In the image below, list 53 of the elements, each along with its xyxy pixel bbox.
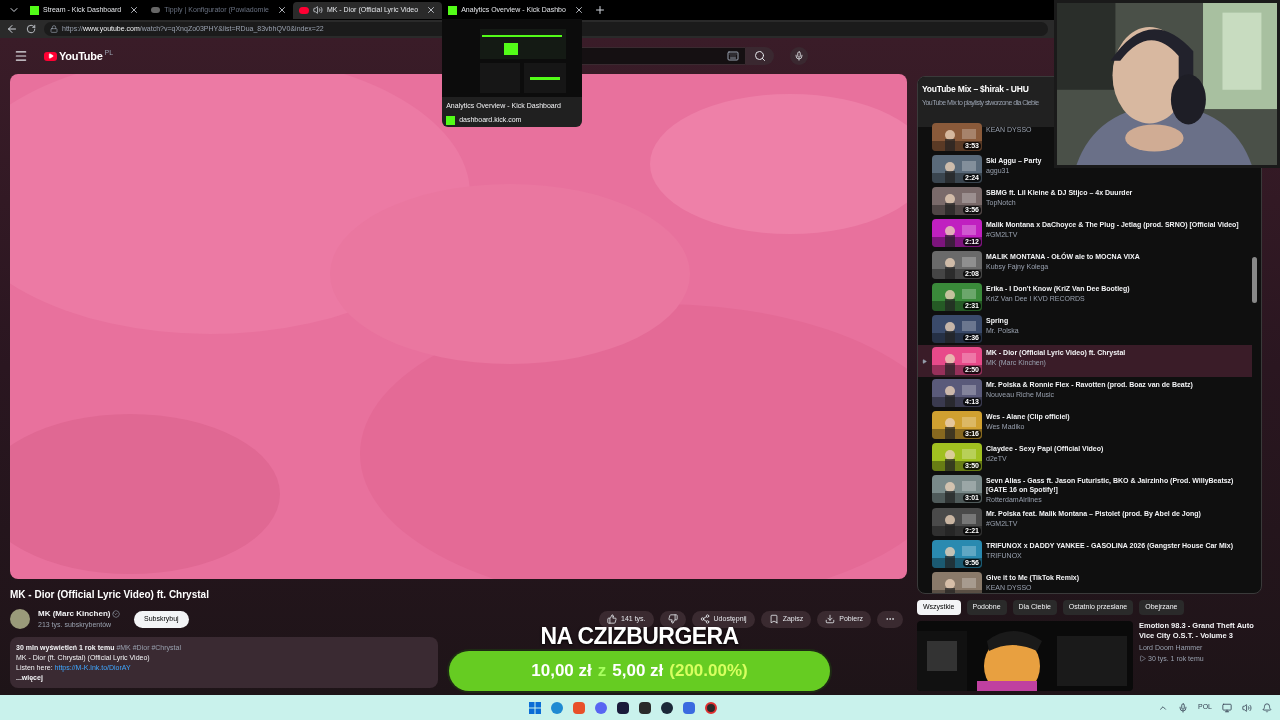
raised-amount: 10,00 zł [531, 660, 592, 683]
search-icon [754, 50, 767, 62]
youtube-logo-icon[interactable] [44, 51, 57, 61]
back-icon[interactable] [6, 23, 18, 35]
windows-logo-icon[interactable] [529, 701, 541, 714]
shield-app-icon[interactable] [573, 701, 585, 714]
now-playing-icon [922, 358, 927, 364]
playlist-title: YouTube Mix – $hirak - UHU [922, 83, 1030, 96]
share-icon [699, 614, 710, 625]
kick-logo-icon [446, 115, 456, 125]
dislike-button[interactable] [659, 610, 686, 628]
app-icon[interactable] [617, 701, 629, 714]
bookmark-icon [768, 614, 779, 625]
thumbs-down-icon [667, 614, 678, 625]
reload-icon[interactable] [26, 24, 36, 34]
menu-icon[interactable] [14, 49, 28, 63]
verified-icon [112, 610, 121, 618]
logo-text[interactable]: YouTube [59, 47, 103, 65]
close-icon[interactable] [426, 5, 437, 15]
lock-icon [50, 25, 58, 33]
channel-avatar[interactable] [10, 609, 30, 630]
views-icon [1139, 655, 1146, 663]
goal-title: NA CZIZBURGERA [540, 625, 739, 648]
video-title: MK - Dior (Official Lyric Video) ft. Chrystal [10, 588, 210, 602]
volume-icon[interactable] [1242, 702, 1252, 713]
app-icon[interactable] [639, 701, 651, 714]
microphone-icon[interactable] [1178, 702, 1188, 713]
kick-logo-icon [448, 5, 458, 15]
network-icon[interactable] [1222, 702, 1232, 713]
download-icon [825, 614, 836, 625]
app-icon[interactable] [661, 701, 673, 714]
app-icon[interactable] [705, 701, 717, 714]
thumbs-up-icon [607, 614, 618, 625]
goal-amount: 5,00 zł [612, 660, 664, 683]
goal-percent: (200.00%) [669, 660, 748, 683]
channel-name[interactable]: MK (Marc Kinchen) [38, 608, 111, 620]
voice-search-button[interactable] [790, 47, 809, 65]
close-icon[interactable] [276, 5, 287, 15]
chat-app-icon[interactable] [595, 701, 607, 714]
browser-app-icon[interactable] [551, 701, 563, 714]
keyboard-icon[interactable] [727, 50, 740, 62]
tipply-logo-icon [151, 7, 161, 13]
new-tab-icon[interactable] [593, 4, 606, 16]
search-button[interactable] [746, 47, 775, 65]
close-icon[interactable] [129, 5, 140, 15]
separator-text: z [597, 660, 607, 683]
notification-icon[interactable] [1262, 702, 1272, 713]
microphone-icon [794, 51, 805, 61]
more-button[interactable] [877, 610, 903, 628]
speaker-icon [312, 5, 323, 15]
close-icon[interactable] [573, 5, 584, 15]
youtube-logo-icon [298, 6, 309, 14]
kick-logo-icon [30, 5, 39, 15]
